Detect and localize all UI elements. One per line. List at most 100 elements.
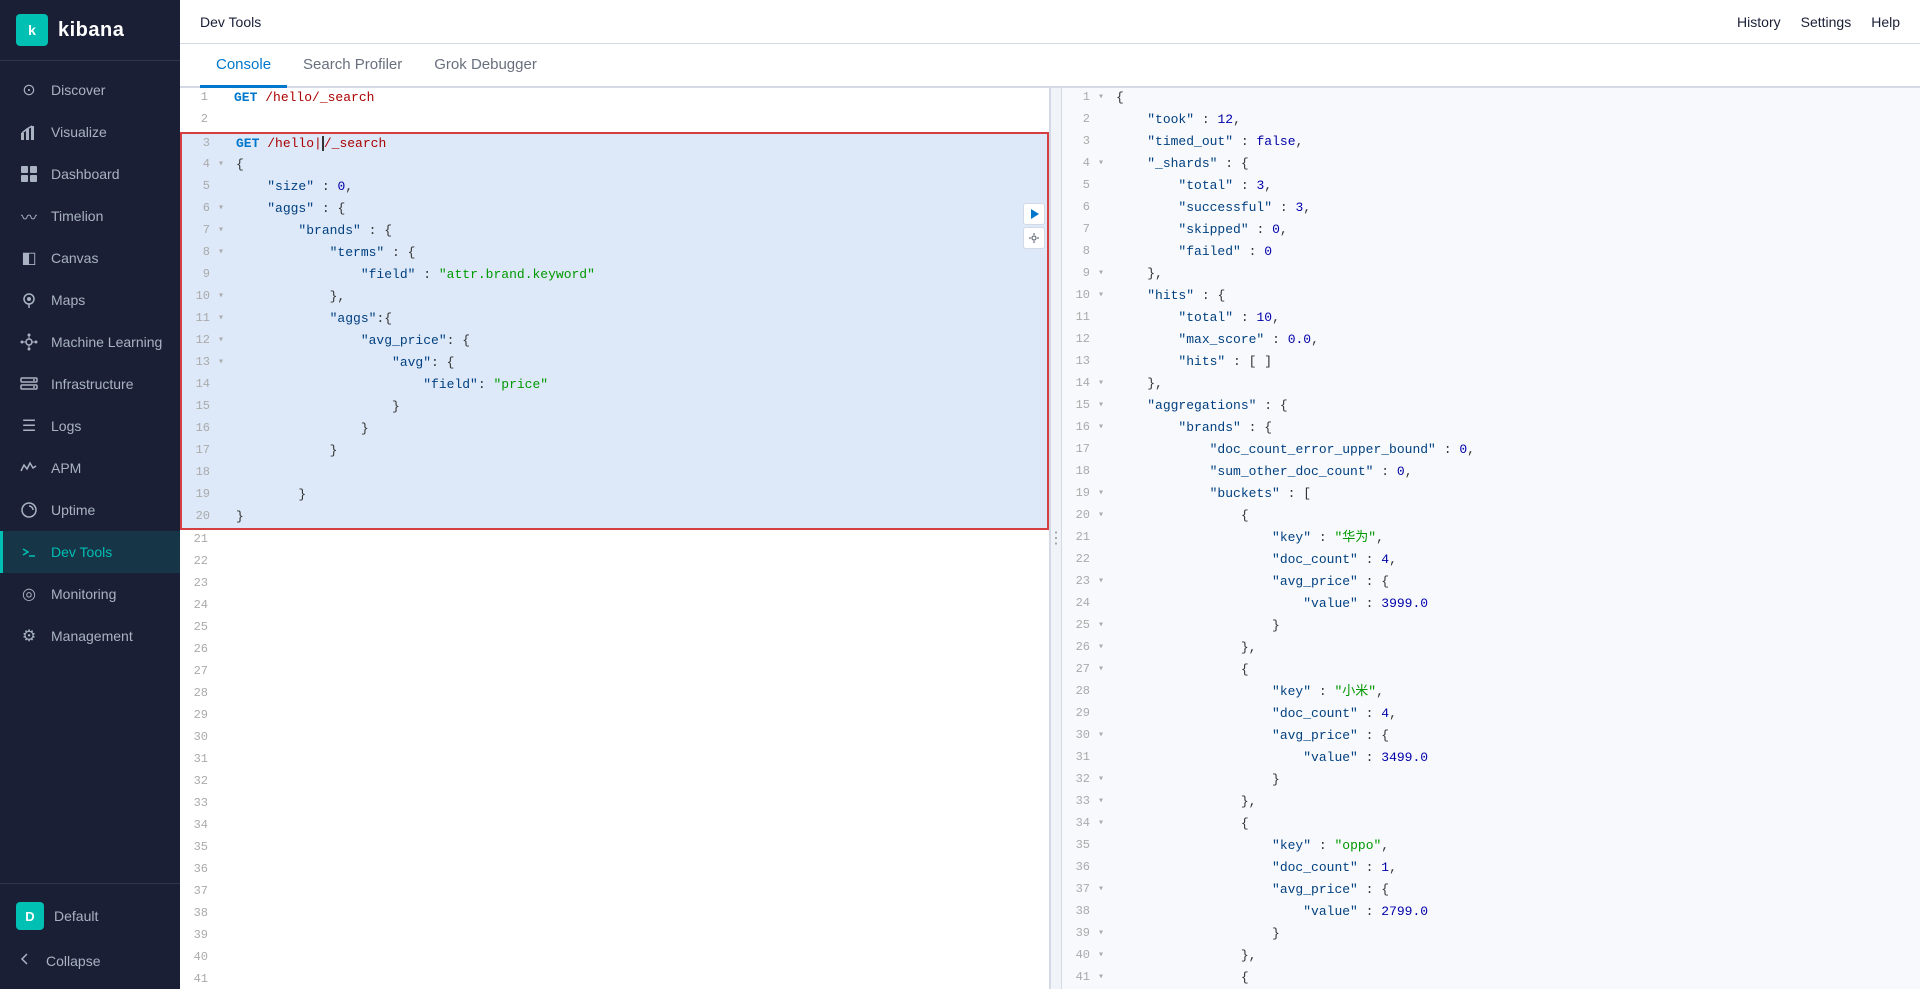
code-line-selected-start: 3 GET /hello|/_search (180, 132, 1049, 155)
code-line: 4 ▾ { (180, 155, 1049, 177)
code-line: 23 ▾ "avg_price" : { (1062, 572, 1920, 594)
code-line: 30 ▾ "avg_price" : { (1062, 726, 1920, 748)
default-space-label: Default (54, 908, 98, 924)
sidebar-item-machine-learning[interactable]: Machine Learning (0, 321, 180, 363)
sidebar-item-visualize[interactable]: Visualize (0, 111, 180, 153)
sidebar-bottom: D Default Collapse (0, 883, 180, 989)
code-line: 38 "value" : 2799.0 (1062, 902, 1920, 924)
code-line: 1 GET /hello/_search (180, 88, 1049, 110)
tabs-bar: Console Search Profiler Grok Debugger (180, 44, 1920, 88)
code-line: 17 "doc_count_error_upper_bound" : 0, (1062, 440, 1920, 462)
sidebar-item-maps[interactable]: Maps (0, 279, 180, 321)
code-line: 36 "doc_count" : 1, (1062, 858, 1920, 880)
code-line: 18 "sum_other_doc_count" : 0, (1062, 462, 1920, 484)
editor-settings-button[interactable] (1023, 227, 1045, 249)
sidebar: k kibana ⊙ Discover Visualize Dashboard … (0, 0, 180, 989)
topbar: Dev Tools History Settings Help (180, 0, 1920, 44)
code-line: 16 } (180, 419, 1049, 441)
sidebar-item-logs[interactable]: ☰ Logs (0, 405, 180, 447)
sidebar-item-devtools[interactable]: Dev Tools (0, 531, 180, 573)
code-line: 18 (180, 463, 1049, 485)
code-line-selected-end: 20 } (180, 507, 1049, 530)
code-line: 15 ▾ "aggregations" : { (1062, 396, 1920, 418)
sidebar-item-monitoring[interactable]: ◎ Monitoring (0, 573, 180, 615)
code-line: 24 (180, 596, 1049, 618)
canvas-icon: ◧ (19, 248, 39, 268)
code-line: 40 (180, 948, 1049, 970)
code-line: 6 "successful" : 3, (1062, 198, 1920, 220)
sidebar-default-space[interactable]: D Default (0, 892, 180, 940)
code-line: 15 } (180, 397, 1049, 419)
sidebar-collapse-button[interactable]: Collapse (0, 940, 180, 981)
gutter-buttons (1023, 203, 1045, 249)
tab-grok-debugger[interactable]: Grok Debugger (418, 44, 553, 88)
code-line: 21 (180, 530, 1049, 552)
code-line: 29 (180, 706, 1049, 728)
code-line: 35 "key" : "oppo", (1062, 836, 1920, 858)
sidebar-item-timelion[interactable]: 〰 Timelion (0, 195, 180, 237)
run-button[interactable] (1023, 203, 1045, 225)
code-line: 12 ▾ "avg_price": { (180, 331, 1049, 353)
sidebar-item-apm[interactable]: APM (0, 447, 180, 489)
code-line: 5 "size" : 0, (180, 177, 1049, 199)
code-line: 10 ▾ }, (180, 287, 1049, 309)
infrastructure-icon (19, 374, 39, 394)
page-title: Dev Tools (200, 14, 261, 30)
collapse-icon (16, 950, 34, 971)
output-code-editor[interactable]: 1 ▾ { 2 "took" : 12, 3 "timed_out" : fal… (1062, 88, 1920, 989)
sidebar-item-label: Logs (51, 418, 81, 434)
code-line: 16 ▾ "brands" : { (1062, 418, 1920, 440)
code-line: 32 ▾ } (1062, 770, 1920, 792)
management-icon: ⚙ (19, 626, 39, 646)
code-line: 22 "doc_count" : 4, (1062, 550, 1920, 572)
tab-search-profiler[interactable]: Search Profiler (287, 44, 418, 88)
code-line: 31 "value" : 3499.0 (1062, 748, 1920, 770)
code-line: 40 ▾ }, (1062, 946, 1920, 968)
code-line: 28 (180, 684, 1049, 706)
settings-link[interactable]: Settings (1801, 14, 1852, 30)
code-line: 25 (180, 618, 1049, 640)
visualize-icon (19, 122, 39, 142)
uptime-icon (19, 500, 39, 520)
pane-divider[interactable]: ⋮ (1050, 88, 1062, 989)
code-line: 14 "field": "price" (180, 375, 1049, 397)
code-line: 11 "total" : 10, (1062, 308, 1920, 330)
code-line: 29 "doc_count" : 4, (1062, 704, 1920, 726)
logs-icon: ☰ (19, 416, 39, 436)
code-line: 38 (180, 904, 1049, 926)
code-line: 3 "timed_out" : false, (1062, 132, 1920, 154)
sidebar-item-infrastructure[interactable]: Infrastructure (0, 363, 180, 405)
code-line: 19 ▾ "buckets" : [ (1062, 484, 1920, 506)
code-line: 22 (180, 552, 1049, 574)
sidebar-item-label: Machine Learning (51, 334, 162, 350)
machine-learning-icon (19, 332, 39, 352)
code-line: 33 (180, 794, 1049, 816)
sidebar-logo[interactable]: k kibana (0, 0, 180, 61)
code-line: 33 ▾ }, (1062, 792, 1920, 814)
code-line: 13 ▾ "avg": { (180, 353, 1049, 375)
editor-area: 1 GET /hello/_search 2 3 GET /hello|/_se… (180, 88, 1920, 989)
tab-console[interactable]: Console (200, 44, 287, 88)
code-line: 5 "total" : 3, (1062, 176, 1920, 198)
kibana-brand: kibana (58, 19, 124, 42)
history-link[interactable]: History (1737, 14, 1781, 30)
sidebar-item-uptime[interactable]: Uptime (0, 489, 180, 531)
sidebar-item-management[interactable]: ⚙ Management (0, 615, 180, 657)
sidebar-item-canvas[interactable]: ◧ Canvas (0, 237, 180, 279)
sidebar-item-dashboard[interactable]: Dashboard (0, 153, 180, 195)
sidebar-item-label: APM (51, 460, 81, 476)
code-line: 37 ▾ "avg_price" : { (1062, 880, 1920, 902)
sidebar-item-label: Maps (51, 292, 85, 308)
code-line: 26 ▾ }, (1062, 638, 1920, 660)
input-code-editor[interactable]: 1 GET /hello/_search 2 3 GET /hello|/_se… (180, 88, 1049, 989)
help-link[interactable]: Help (1871, 14, 1900, 30)
sidebar-item-label: Dashboard (51, 166, 120, 182)
code-line: 26 (180, 640, 1049, 662)
code-line: 31 (180, 750, 1049, 772)
code-line: 35 (180, 838, 1049, 860)
code-line: 39 (180, 926, 1049, 948)
sidebar-item-discover[interactable]: ⊙ Discover (0, 69, 180, 111)
code-line: 30 (180, 728, 1049, 750)
code-line: 2 "took" : 12, (1062, 110, 1920, 132)
sidebar-item-label: Dev Tools (51, 544, 112, 560)
